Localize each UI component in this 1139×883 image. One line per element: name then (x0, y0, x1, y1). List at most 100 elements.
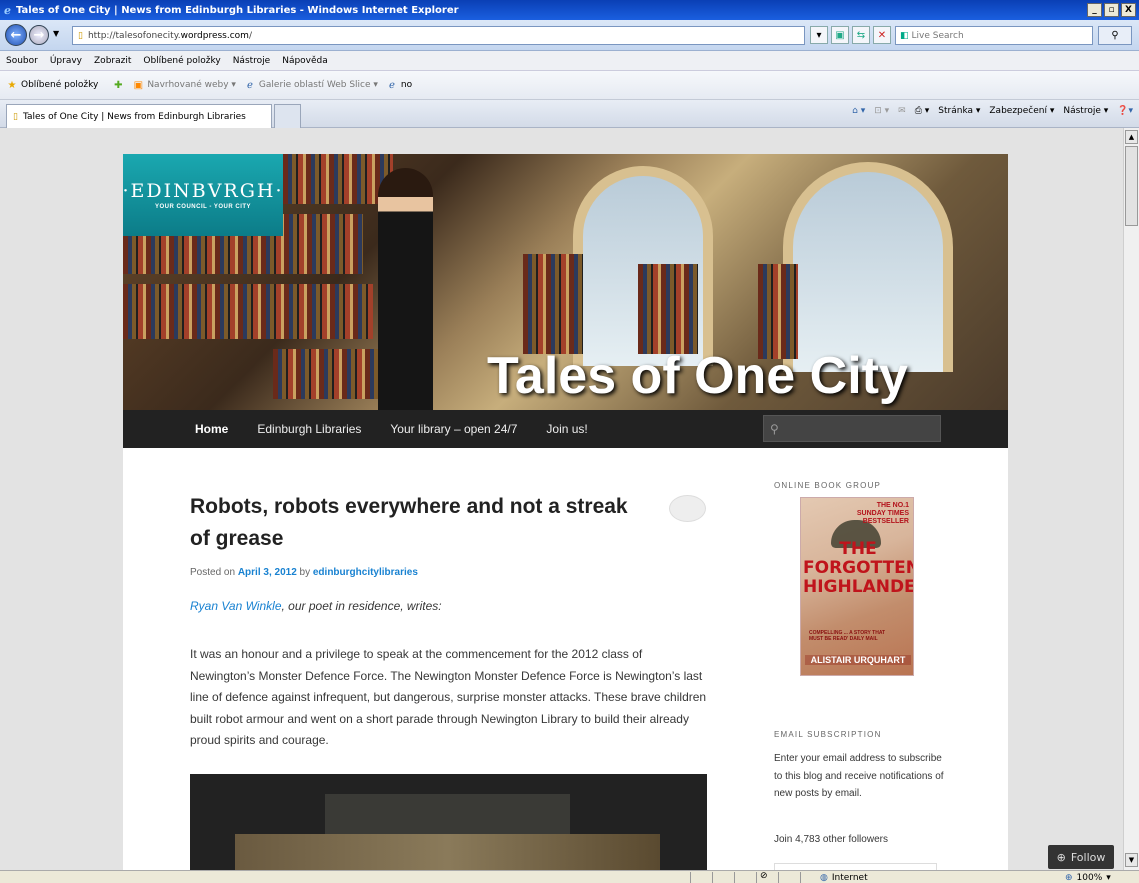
zone-label: Internet (831, 872, 868, 883)
back-button[interactable]: ← (5, 24, 27, 46)
globe-icon: ◍ (820, 872, 828, 883)
page-icon: ▯ (78, 30, 83, 41)
menu-edit[interactable]: Úpravy (50, 56, 82, 66)
post-author-link[interactable]: edinburghcitylibraries (313, 567, 418, 578)
zoom-icon: ⊕ (1065, 872, 1073, 883)
scroll-up-button[interactable]: ▲ (1125, 130, 1138, 144)
post-date-link[interactable]: April 3, 2012 (238, 567, 297, 578)
refresh-icon: ⇆ (856, 29, 866, 41)
bookshelf-image (638, 264, 698, 354)
tools-menu[interactable]: Nástroje ▾ (1063, 106, 1108, 116)
address-input[interactable]: ▯ http://talesofonecity. wordpress.com / (72, 26, 805, 45)
home-icon[interactable]: ⌂ ▾ (852, 106, 865, 116)
bookshelf-image (283, 154, 393, 204)
librarian-figure (378, 168, 433, 410)
site-search-input[interactable]: ⚲ (763, 415, 941, 442)
status-separator (800, 872, 801, 883)
add-favorite-button[interactable]: ✚ (112, 79, 124, 91)
fav-suggested-sites-label: Navrhované weby ▾ (147, 80, 236, 90)
security-zone[interactable]: ◍ Internet (820, 871, 868, 883)
chevron-down-icon: ▾ (816, 29, 822, 41)
refresh-button[interactable]: ⇆ (852, 26, 870, 44)
minimize-button[interactable]: _ (1087, 3, 1102, 17)
favorites-label: Oblíbené položky (21, 80, 99, 90)
menu-view[interactable]: Zobrazit (94, 56, 131, 66)
menu-help[interactable]: Nápověda (282, 56, 328, 66)
tab-tales-of-one-city[interactable]: ▯ Tales of One City | News from Edinburg… (6, 104, 272, 128)
menu-file[interactable]: Soubor (6, 56, 38, 66)
email-subscription-text: Enter your email address to subscribe to… (774, 753, 944, 799)
logo-wordmark: ·EDINBVRGH· (123, 180, 284, 202)
email-field[interactable] (774, 863, 937, 870)
compat-icon: ▣ (835, 29, 845, 41)
post-title[interactable]: Robots, robots everywhere and not a stre… (190, 491, 630, 555)
book-cover-image[interactable]: THE NO.1 SUNDAY TIMES BESTSELLER THE FOR… (800, 497, 914, 676)
book-tag-1: THE NO.1 (876, 502, 909, 509)
address-dropdown-button[interactable]: ▾ (810, 26, 828, 44)
bookshelf-image (758, 264, 798, 359)
zoom-level: 100% (1076, 872, 1103, 883)
book-author: ALISTAIR URQUHART (805, 655, 911, 665)
mail-icon[interactable]: ✉ (898, 106, 906, 116)
reading-room-arch (783, 162, 953, 372)
scroll-thumb[interactable] (1125, 146, 1138, 226)
email-subscription-title: EMAIL SUBSCRIPTION (774, 730, 882, 739)
status-separator (690, 872, 691, 883)
protected-mode-icon[interactable]: ⊘ (760, 871, 768, 881)
maximize-button[interactable]: ▫ (1104, 3, 1119, 17)
follow-label: Follow (1070, 850, 1106, 864)
edinburgh-council-logo[interactable]: ·EDINBVRGH· YOUR COUNCIL - YOUR CITY (123, 154, 283, 236)
post-photo[interactable] (190, 774, 707, 870)
book-tag-2: SUNDAY TIMES (856, 510, 909, 517)
scroll-down-button[interactable]: ▼ (1125, 853, 1138, 867)
site-title[interactable]: Tales of One City (487, 346, 908, 406)
stop-icon: ✕ (877, 29, 887, 41)
vertical-scrollbar[interactable]: ▲ ▼ (1123, 128, 1139, 870)
nav-your-library[interactable]: Your library – open 24/7 (390, 422, 517, 436)
menu-tools[interactable]: Nástroje (233, 56, 271, 66)
zoom-control[interactable]: ⊕ 100% ▾ (1065, 871, 1111, 883)
fav-no[interactable]: ℯ no (386, 79, 412, 91)
menu-bar: Soubor Úpravy Zobrazit Oblíbené položky … (0, 51, 1139, 71)
window-title-bar: ℯ Tales of One City | News from Edinburg… (0, 0, 1139, 20)
ie-page-icon: ℯ (388, 79, 395, 91)
nav-home[interactable]: Home (195, 422, 228, 436)
close-button[interactable]: X (1121, 3, 1136, 17)
tab-bar: ▯ Tales of One City | News from Edinburg… (0, 100, 1139, 128)
post-body: It was an honour and a privilege to spea… (190, 647, 707, 747)
comment-bubble-icon[interactable] (669, 495, 706, 522)
search-go-button[interactable]: ⚲ (1098, 26, 1132, 45)
ie-icon: ℯ (4, 3, 11, 17)
magnifier-icon: ⚲ (1111, 30, 1119, 41)
follow-button[interactable]: ⊕ Follow (1048, 845, 1114, 869)
nav-edinburgh-libraries[interactable]: Edinburgh Libraries (257, 422, 361, 436)
bookshelf-image (123, 284, 373, 339)
feeds-icon[interactable]: ⊡ ▾ (874, 106, 889, 116)
url-prefix: http://talesofonecity. (87, 30, 181, 41)
window-title: Tales of One City | News from Edinburgh … (16, 4, 459, 16)
new-tab-button[interactable] (274, 104, 301, 128)
compatibility-view-button[interactable]: ▣ (831, 26, 849, 44)
favorites-button[interactable]: ★ Oblíbené položky (6, 79, 99, 91)
print-icon[interactable]: ⎙ ▾ (915, 106, 930, 116)
fav-web-slice-gallery[interactable]: ℯ Galerie oblastí Web Slice ▾ (244, 79, 378, 91)
safety-menu[interactable]: Zabezpečení ▾ (989, 106, 1054, 116)
help-icon[interactable]: ❓▾ (1117, 106, 1133, 116)
nav-join-us[interactable]: Join us! (546, 422, 587, 436)
stop-button[interactable]: ✕ (873, 26, 891, 44)
tab-label: Tales of One City | News from Edinburgh … (22, 111, 246, 122)
poet-link[interactable]: Ryan Van Winkle (190, 599, 282, 613)
menu-favorites[interactable]: Oblíbené položky (143, 56, 220, 66)
fav-suggested-sites[interactable]: ▣ Navrhované weby ▾ (132, 79, 236, 91)
live-search-input[interactable]: ◧ Live Search (895, 26, 1093, 45)
status-separator (712, 872, 713, 883)
fav-no-label: no (400, 80, 413, 90)
meta-prefix: Posted on (190, 567, 236, 578)
page-menu[interactable]: Stránka ▾ (938, 106, 980, 116)
header-banner: ·EDINBVRGH· YOUR COUNCIL - YOUR CITY Tal… (123, 154, 1008, 410)
magnifier-icon: ⚲ (770, 421, 779, 436)
post-meta: Posted on April 3, 2012 by edinburghcity… (190, 567, 418, 578)
forward-button[interactable]: → (29, 25, 49, 45)
recent-pages-dropdown[interactable]: ▼ (53, 29, 59, 38)
book-title: THE FORGOTTEN HIGHLANDER (803, 539, 914, 597)
